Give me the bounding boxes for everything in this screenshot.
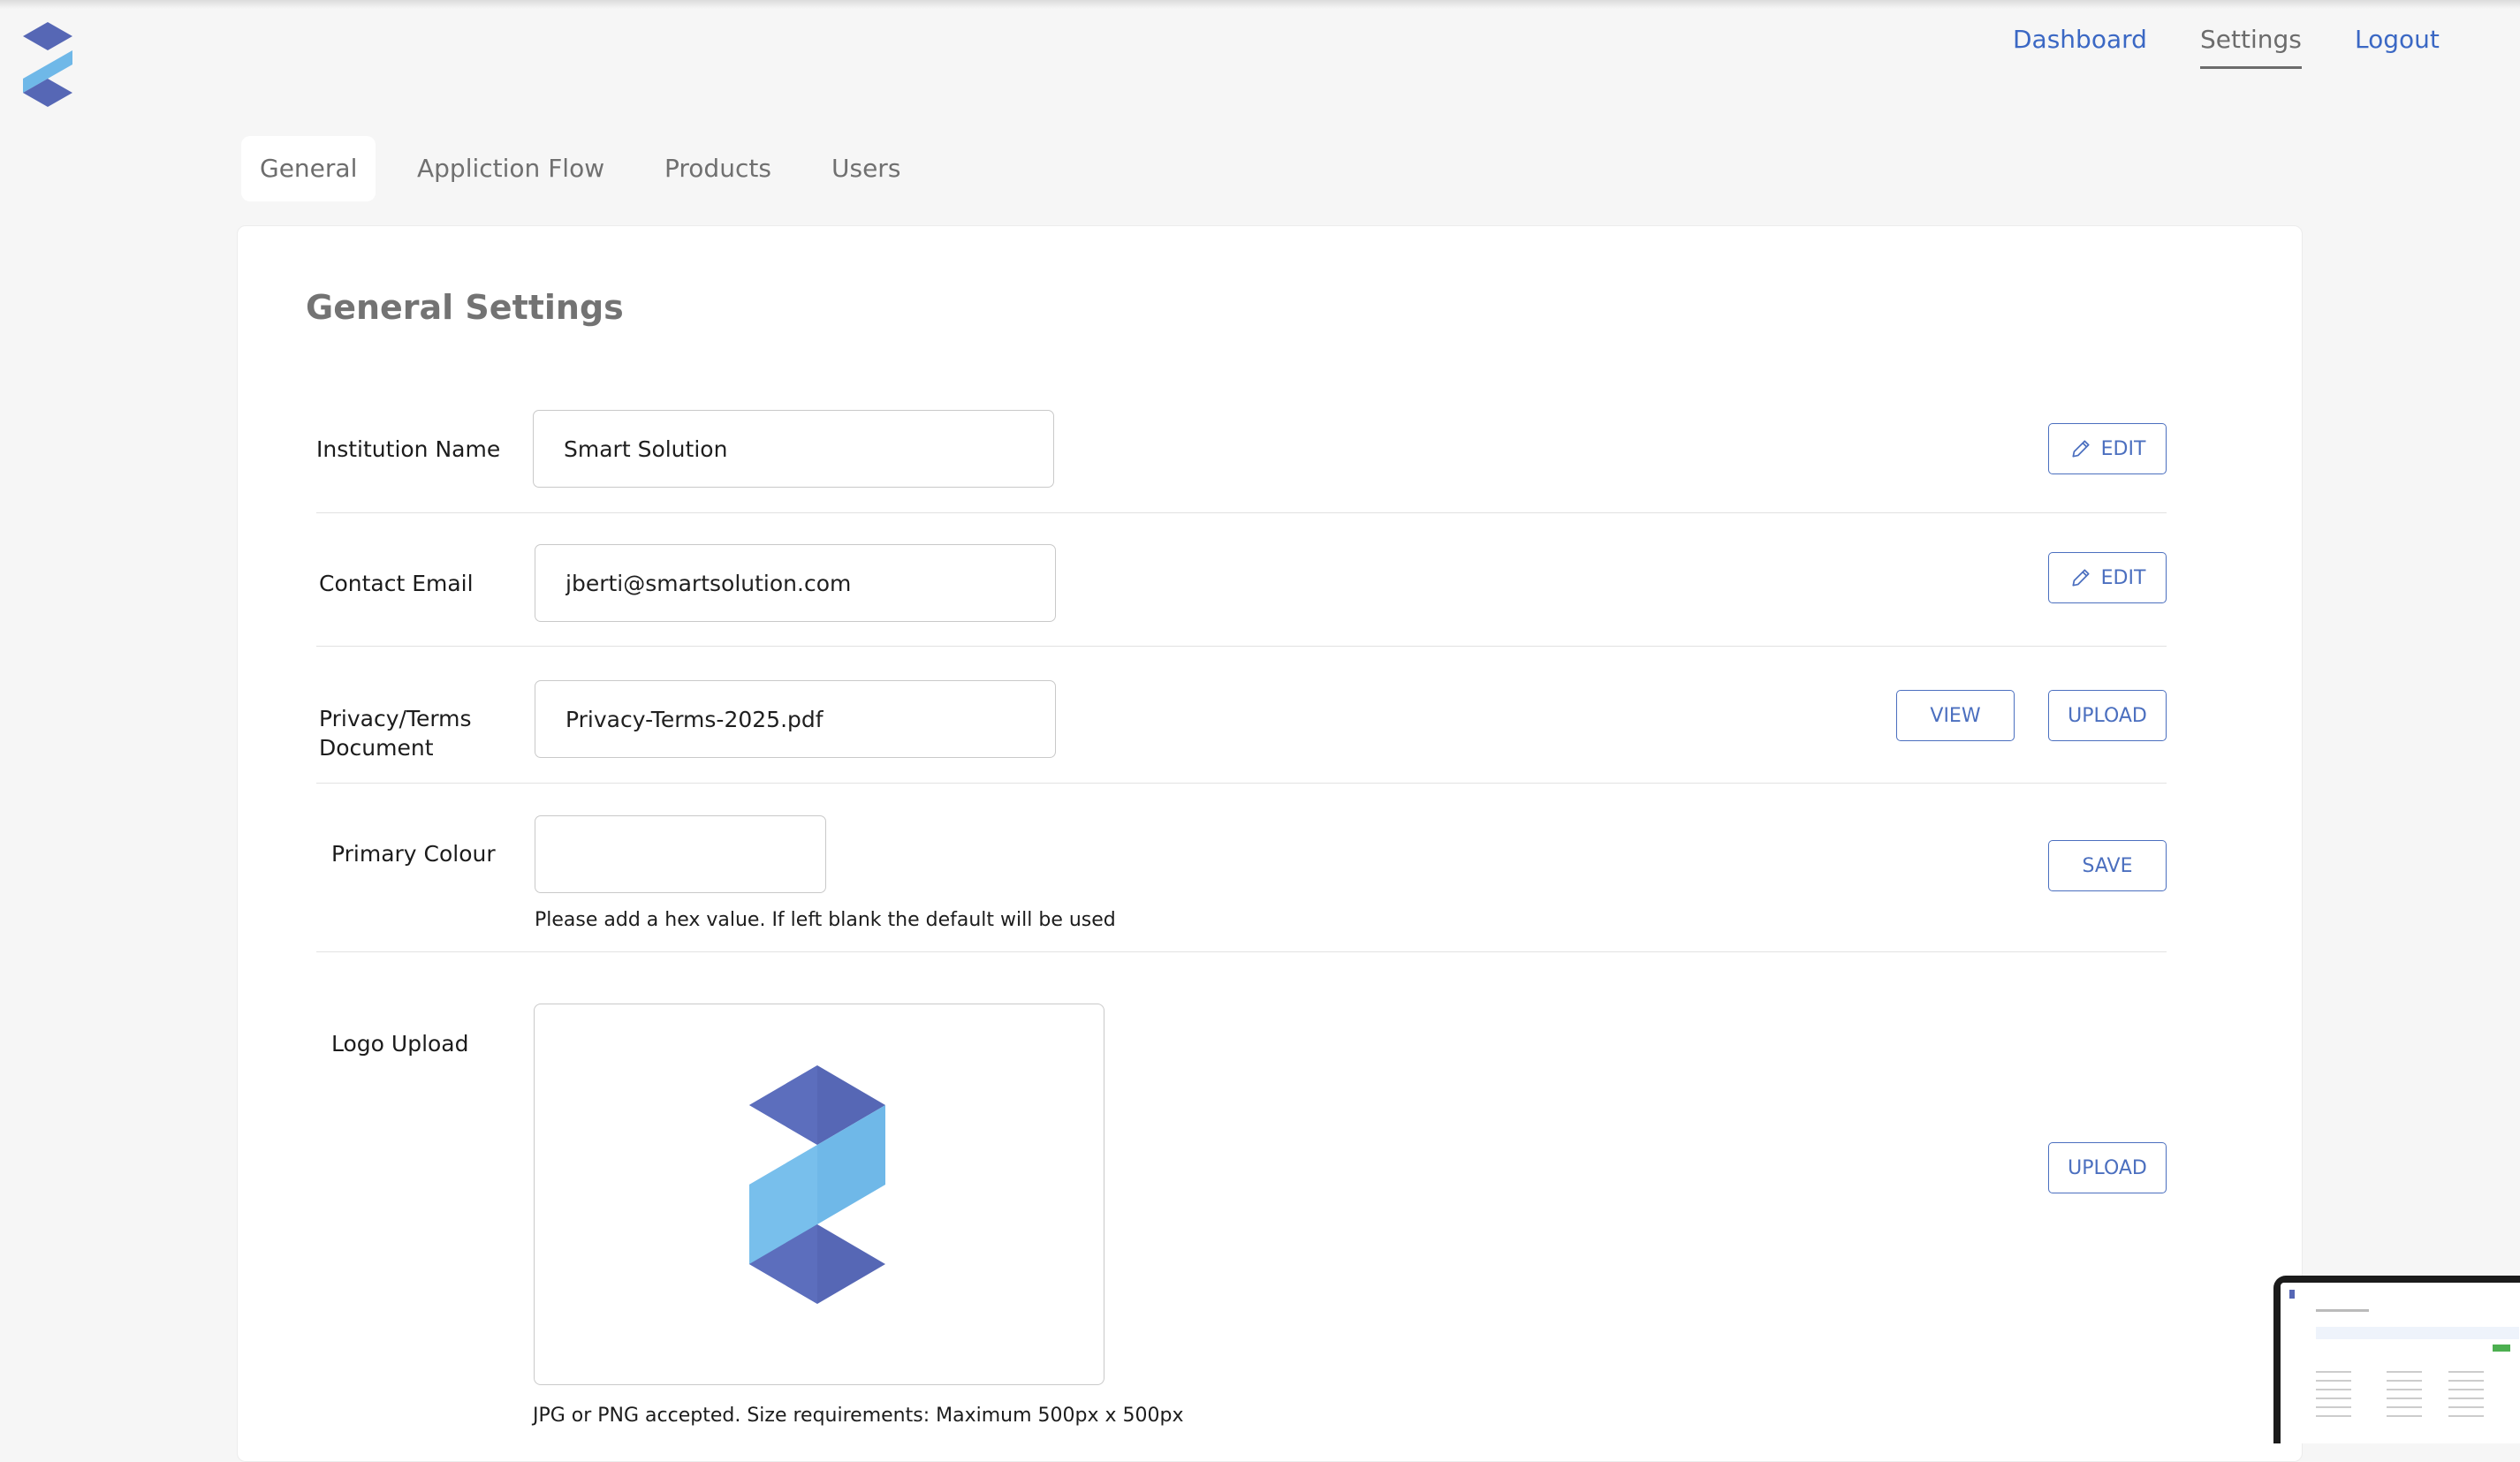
privacy-terms-label: Privacy/Terms Document: [319, 704, 472, 762]
logo-hint: JPG or PNG accepted. Size requirements: …: [533, 1405, 1184, 1427]
tab-products[interactable]: Products: [646, 136, 790, 201]
edit-email-label: EDIT: [2100, 566, 2146, 589]
edit-email-button[interactable]: EDIT: [2048, 552, 2167, 603]
nav-dashboard-link[interactable]: Dashboard: [2013, 25, 2147, 69]
top-shadow: [0, 0, 2520, 9]
colour-hint: Please add a hex value. If left blank th…: [535, 909, 1116, 931]
institution-name-label: Institution Name: [316, 436, 501, 462]
institution-name-input[interactable]: [533, 410, 1054, 488]
pencil-icon: [2072, 569, 2090, 587]
save-colour-button[interactable]: SAVE: [2048, 840, 2167, 891]
upload-logo-label: UPLOAD: [2068, 1156, 2147, 1179]
upload-logo-button[interactable]: UPLOAD: [2048, 1142, 2167, 1193]
divider: [316, 951, 2167, 952]
nav-settings-link[interactable]: Settings: [2200, 25, 2302, 69]
privacy-terms-label-line2: Document: [319, 735, 434, 761]
divider: [316, 646, 2167, 647]
page-title: General Settings: [306, 288, 624, 327]
divider: [316, 783, 2167, 784]
tab-users[interactable]: Users: [813, 136, 919, 201]
device-preview-screen: [2281, 1283, 2520, 1443]
upload-document-label: UPLOAD: [2068, 704, 2147, 727]
brand-logo[interactable]: [18, 18, 78, 115]
contact-email-label: Contact Email: [319, 571, 474, 596]
tab-application-flow[interactable]: Appliction Flow: [398, 136, 623, 201]
logo-upload-label: Logo Upload: [331, 1031, 469, 1057]
divider: [316, 512, 2167, 513]
primary-colour-label: Primary Colour: [331, 841, 496, 867]
save-colour-label: SAVE: [2082, 854, 2133, 877]
primary-colour-input[interactable]: [535, 815, 826, 893]
edit-institution-button[interactable]: EDIT: [2048, 423, 2167, 474]
nav-logout-link[interactable]: Logout: [2355, 25, 2440, 69]
privacy-document-input[interactable]: [535, 680, 1056, 758]
edit-institution-label: EDIT: [2100, 437, 2146, 460]
privacy-terms-label-line1: Privacy/Terms: [319, 706, 472, 731]
tab-general[interactable]: General: [241, 136, 376, 201]
contact-email-input[interactable]: [535, 544, 1056, 622]
logo-preview[interactable]: [534, 1004, 1104, 1385]
view-document-button[interactable]: VIEW: [1896, 690, 2015, 741]
pencil-icon: [2072, 440, 2090, 458]
device-preview-thumbnail: [2273, 1276, 2520, 1443]
view-document-label: VIEW: [1930, 704, 1981, 727]
logo-preview-image: [749, 1065, 885, 1304]
upload-document-button[interactable]: UPLOAD: [2048, 690, 2167, 741]
